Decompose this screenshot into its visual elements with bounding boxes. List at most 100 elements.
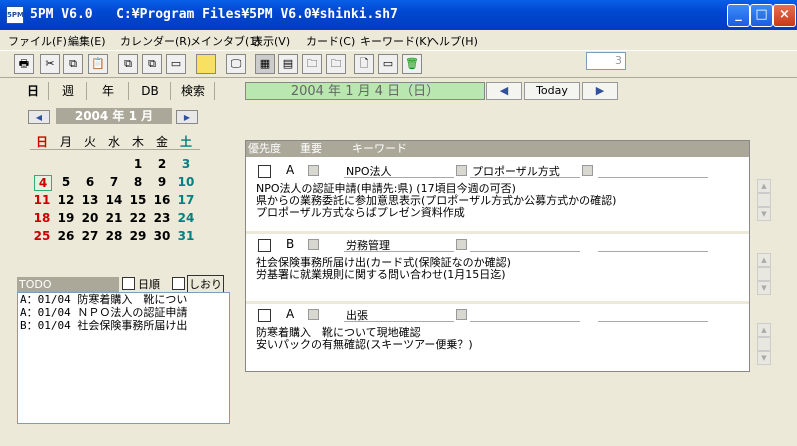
calendar-day[interactable]: 9 (150, 175, 174, 189)
calendar-day[interactable]: 4 (34, 175, 52, 191)
calendar-day[interactable]: 7 (102, 175, 126, 189)
keyword1-dropdown[interactable] (456, 165, 467, 176)
menu-card[interactable]: カード(C) (306, 33, 355, 49)
cut-icon[interactable]: ✂ (40, 54, 60, 74)
tab-day[interactable]: 日 (18, 82, 49, 100)
maximize-button[interactable]: □ (750, 4, 773, 27)
calendar-day[interactable]: 1 (126, 157, 150, 171)
menu-edit[interactable]: 編集(E) (68, 33, 106, 49)
scroll-track[interactable] (757, 193, 771, 207)
calendar-day[interactable]: 24 (174, 211, 198, 225)
paste-icon[interactable]: 📋 (88, 54, 108, 74)
menu-maintab[interactable]: メインタブ(1) (190, 33, 261, 49)
layout-icon[interactable]: ▤ (278, 54, 298, 74)
calendar-day[interactable]: 13 (78, 193, 102, 207)
calendar-day[interactable]: 6 (78, 175, 102, 189)
calendar-day[interactable]: 19 (54, 211, 78, 225)
calendar-day[interactable]: 17 (174, 193, 198, 207)
scroll-up-icon[interactable]: ▲ (757, 179, 771, 193)
memo-line[interactable]: プロポーザル方式ならばプレゼン資料作成 (256, 207, 465, 219)
prev-day-button[interactable]: ◀ (486, 82, 522, 100)
scroll-down-icon[interactable]: ▼ (757, 207, 771, 221)
monitor-icon[interactable]: 🖵 (226, 54, 246, 74)
calendar-day[interactable]: 26 (54, 229, 78, 243)
calendar-day[interactable]: 3 (174, 157, 198, 171)
bookmark-checkbox[interactable] (172, 277, 185, 290)
done-checkbox[interactable] (258, 309, 271, 322)
blank-icon[interactable]: ▭ (378, 54, 398, 74)
keyword2-dropdown[interactable] (582, 165, 593, 176)
done-checkbox[interactable] (258, 165, 271, 178)
list-item[interactable]: A：01/04 防寒着購入 靴につい (18, 293, 229, 306)
memo-line[interactable]: 安いパックの有無確認(スキーツアー便乗？) (256, 339, 473, 351)
today-button[interactable]: Today (524, 82, 580, 100)
copy-icon[interactable]: ⧉ (63, 54, 83, 74)
folder-icon[interactable]: 🗀 (302, 54, 322, 74)
priority-value[interactable]: A (286, 307, 294, 321)
calendar-day[interactable]: 11 (30, 193, 54, 207)
menu-file[interactable]: ファイル(F) (8, 33, 67, 49)
calendar-day[interactable]: 16 (150, 193, 174, 207)
grid-icon[interactable]: ▦ (255, 54, 275, 74)
daily-sort-checkbox[interactable] (122, 277, 135, 290)
menu-calendar[interactable]: カレンダー(R) (120, 33, 191, 49)
note-icon[interactable] (196, 54, 216, 74)
todo-list[interactable]: A：01/04 防寒着購入 靴につい A：01/04 ＮＰＯ法人の認証申請 B：… (17, 292, 230, 424)
calendar-day[interactable]: 8 (126, 175, 150, 189)
copy2-icon[interactable]: ⧉ (118, 54, 138, 74)
importance-button[interactable] (308, 309, 319, 320)
prev-month-button[interactable]: ◀ (28, 110, 50, 124)
menu-view[interactable]: 表示(V) (252, 33, 290, 49)
tab-week[interactable]: 週 (50, 82, 87, 100)
menu-help[interactable]: ヘルプ(H) (428, 33, 478, 49)
tab-search[interactable]: 検索 (172, 82, 215, 100)
folder2-icon[interactable]: 🗀 (326, 54, 346, 74)
scroll-track[interactable] (757, 337, 771, 351)
close-button[interactable]: × (773, 4, 796, 27)
scroll-up-icon[interactable]: ▲ (757, 253, 771, 267)
calendar-day[interactable]: 22 (126, 211, 150, 225)
calendar-day[interactable]: 25 (30, 229, 54, 243)
calendar-day[interactable]: 31 (174, 229, 198, 243)
calendar-day[interactable]: 10 (174, 175, 198, 189)
calendar-day[interactable]: 27 (78, 229, 102, 243)
page-icon[interactable]: 🗋 (354, 54, 374, 74)
priority-value[interactable]: A (286, 163, 294, 177)
tab-db[interactable]: DB (130, 82, 171, 100)
calendar-day[interactable]: 29 (126, 229, 150, 243)
scroll-track[interactable] (757, 267, 771, 281)
scroll-up-icon[interactable]: ▲ (757, 323, 771, 337)
done-checkbox[interactable] (258, 239, 271, 252)
calendar-day[interactable]: 23 (150, 211, 174, 225)
minimize-button[interactable]: _ (727, 4, 750, 27)
calendar-day[interactable]: 15 (126, 193, 150, 207)
calendar-day[interactable]: 28 (102, 229, 126, 243)
memo-line[interactable]: 労基署に就業規則に関する問い合わせ(1月15日迄) (256, 269, 506, 281)
calendar-day[interactable]: 21 (102, 211, 126, 225)
next-month-button[interactable]: ▶ (176, 110, 198, 124)
menu-keyword[interactable]: キーワード(K) (360, 33, 431, 49)
next-day-button[interactable]: ▶ (582, 82, 618, 100)
tab-year[interactable]: 年 (88, 82, 129, 100)
importance-button[interactable] (308, 165, 319, 176)
card-icon[interactable]: ▭ (166, 54, 186, 74)
list-item[interactable]: B：01/04 社会保険事務所届け出 (18, 319, 229, 332)
trash-icon[interactable]: 🗑 (402, 54, 422, 74)
scroll-down-icon[interactable]: ▼ (757, 281, 771, 295)
print-icon[interactable]: 🖶 (14, 54, 34, 74)
calendar-day[interactable]: 14 (102, 193, 126, 207)
calendar-day[interactable]: 12 (54, 193, 78, 207)
importance-button[interactable] (308, 239, 319, 250)
keyword1-dropdown[interactable] (456, 309, 467, 320)
keyword1-dropdown[interactable] (456, 239, 467, 250)
calendar-day[interactable]: 18 (30, 211, 54, 225)
list-item[interactable]: A：01/04 ＮＰＯ法人の認証申請 (18, 306, 229, 319)
priority-value[interactable]: B (286, 237, 294, 251)
paste2-icon[interactable]: ⧉ (142, 54, 162, 74)
counter-field[interactable]: 3 (586, 52, 626, 70)
calendar-day[interactable]: 30 (150, 229, 174, 243)
calendar-day[interactable]: 2 (150, 157, 174, 171)
calendar-day[interactable]: 5 (54, 175, 78, 189)
calendar-day[interactable]: 20 (78, 211, 102, 225)
scroll-down-icon[interactable]: ▼ (757, 351, 771, 365)
